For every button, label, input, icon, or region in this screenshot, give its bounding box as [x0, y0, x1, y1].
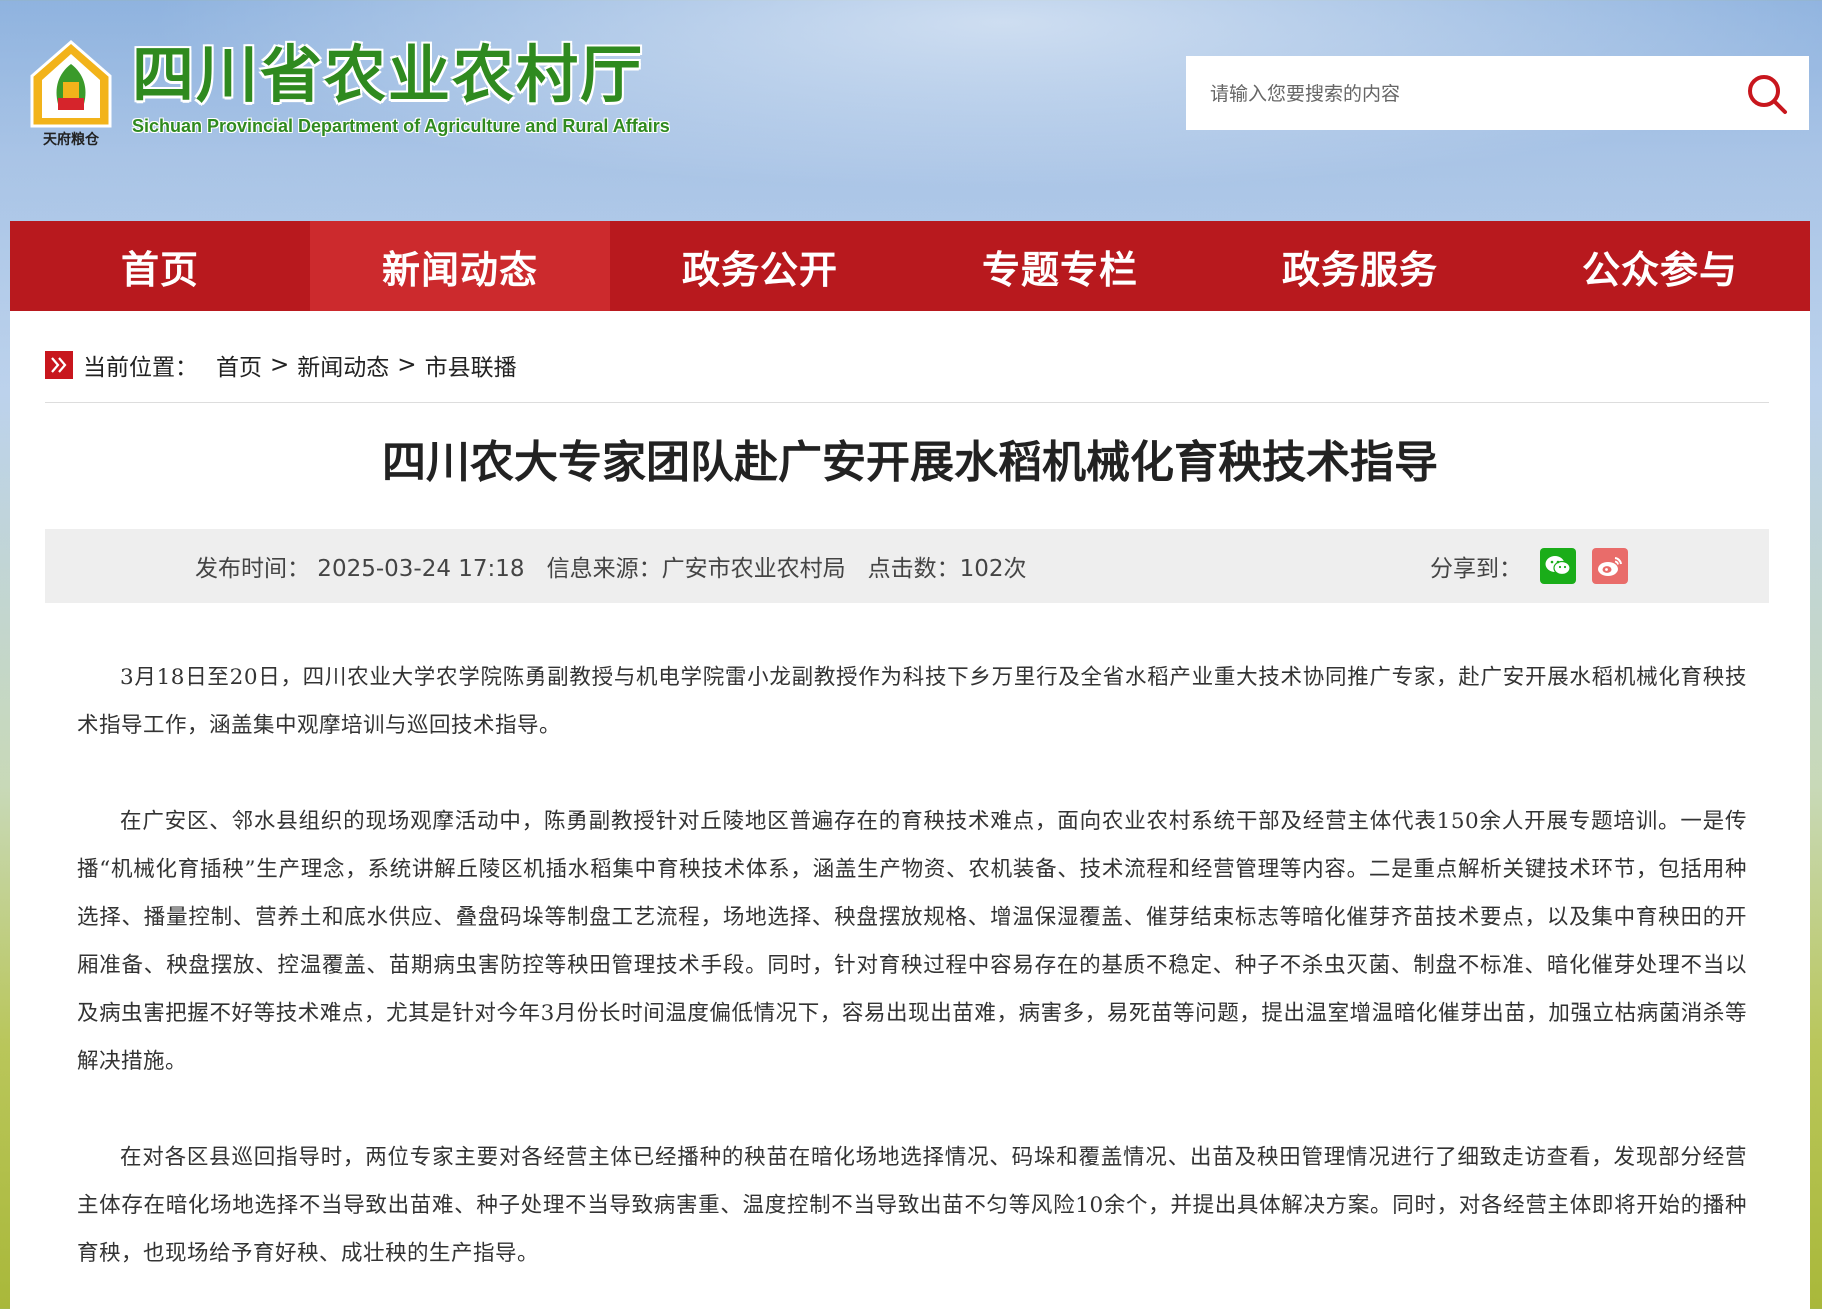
search-box [1186, 56, 1809, 132]
article-paragraph: 在对各区县巡回指导时，两位专家主要对各经营主体已经播种的秧苗在暗化场地选择情况、… [77, 1145, 1747, 1266]
search-icon[interactable] [1743, 70, 1791, 118]
breadcrumb: 当前位置： 首页 > 新闻动态 > 市县联播 [45, 349, 517, 381]
wechat-icon[interactable] [1540, 548, 1576, 584]
breadcrumb-home[interactable]: 首页 [216, 348, 262, 382]
nav-item-government-affairs[interactable]: 政务公开 [610, 221, 910, 311]
click-count: 点击数：102次 [867, 556, 1027, 582]
nav-item-news[interactable]: 新闻动态 [310, 221, 610, 311]
nav-item-government-services[interactable]: 政务服务 [1210, 221, 1510, 311]
share-section: 分享到： [1430, 529, 1644, 603]
site-subtitle: Sichuan Provincial Department of Agricul… [132, 116, 670, 136]
breadcrumb-separator: > [270, 352, 290, 378]
site-title[interactable]: 四川省农业农村厅 [132, 40, 644, 110]
weibo-icon[interactable] [1592, 548, 1628, 584]
article-title: 四川农大专家团队赴广安开展水稻机械化育秧技术指导 [382, 437, 1438, 488]
breadcrumb-separator: > [397, 352, 417, 378]
divider [45, 402, 1769, 403]
nav-item-public-participation[interactable]: 公众参与 [1510, 221, 1810, 311]
article-meta-bar: 发布时间： 2025-03-24 17:18 信息来源：广安市农业农村局 点击数… [45, 529, 1769, 603]
info-source: 信息来源：广安市农业农村局 [546, 556, 846, 582]
double-chevron-right-icon [45, 351, 73, 379]
share-label: 分享到： [1430, 556, 1522, 582]
nav-item-home[interactable]: 首页 [10, 221, 310, 311]
article-paragraph: 3月18日至20日，四川农业大学农学院陈勇副教授与机电学院雷小龙副教授作为科技下… [77, 665, 1747, 738]
site-logo-icon[interactable]: 天府粮仓 [28, 38, 114, 152]
content-panel: 当前位置： 首页 > 新闻动态 > 市县联播 四川农大专家团队赴广安开展水稻机械… [10, 311, 1810, 1309]
nav-item-special-topics[interactable]: 专题专栏 [910, 221, 1210, 311]
article-body: 3月18日至20日，四川农业大学农学院陈勇副教授与机电学院雷小龙副教授作为科技下… [77, 654, 1747, 1309]
breadcrumb-county-news[interactable]: 市县联播 [425, 348, 517, 382]
breadcrumb-news[interactable]: 新闻动态 [297, 348, 389, 382]
main-nav: 首页 新闻动态 政务公开 专题专栏 政务服务 公众参与 [10, 221, 1810, 311]
article-paragraph: 在广安区、邻水县组织的现场观摩活动中，陈勇副教授针对丘陵地区普遍存在的育秧技术难… [77, 809, 1747, 1074]
logo-text: 天府粮仓 [43, 131, 100, 148]
search-input[interactable] [1208, 56, 1732, 132]
breadcrumb-label: 当前位置： [83, 355, 198, 381]
publish-time: 发布时间： 2025-03-24 17:18 [195, 556, 525, 582]
